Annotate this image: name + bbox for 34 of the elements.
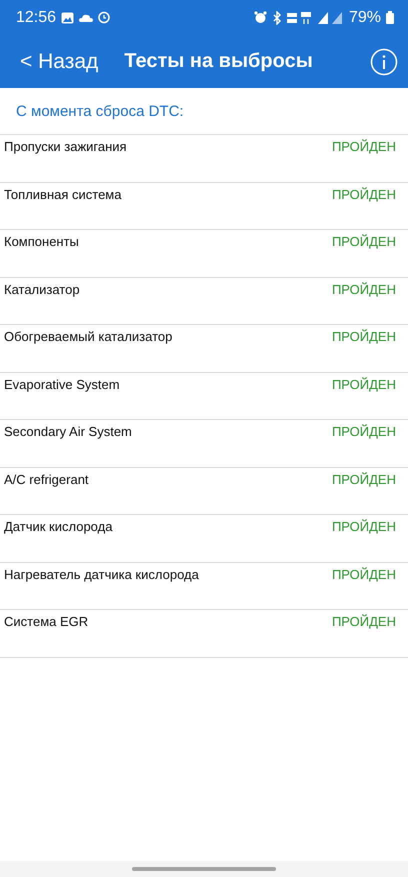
test-result: ПРОЙДЕН <box>332 329 396 344</box>
test-result: ПРОЙДЕН <box>332 614 396 629</box>
test-result: ПРОЙДЕН <box>332 139 396 154</box>
info-icon[interactable] <box>370 48 398 76</box>
bluetooth-icon <box>272 10 282 24</box>
image-icon <box>61 12 74 24</box>
back-button[interactable]: < Назад <box>20 50 98 74</box>
test-name: A/C refrigerant <box>4 472 90 486</box>
test-result: ПРОЙДЕН <box>332 186 396 202</box>
test-name: Топливная система <box>4 186 122 202</box>
cloud-icon <box>79 14 94 22</box>
status-time: 12:56 <box>16 8 56 26</box>
test-result: ПРОЙДЕН <box>332 282 396 296</box>
test-result: ПРОЙДЕН <box>332 424 396 439</box>
test-result: ПРОЙДЕН <box>332 566 396 582</box>
test-name: Датчик кислорода <box>4 519 114 534</box>
test-result: ПРОЙДЕН <box>332 376 396 392</box>
battery-icon <box>386 11 394 24</box>
test-name: Обогреваемый катализатор <box>4 329 174 344</box>
test-name: Система EGR <box>4 614 90 629</box>
test-name: Катализатор <box>4 282 81 296</box>
test-name: Нагреватель датчика кислорода <box>4 566 200 582</box>
test-result: ПРОЙДЕН <box>332 234 396 249</box>
screen-title: Тесты на выбросы <box>124 50 314 73</box>
test-name: Evaporative System <box>4 376 121 392</box>
test-result: ПРОЙДЕН <box>332 519 396 534</box>
test-name: Secondary Air System <box>4 424 133 439</box>
test-name: Пропуски зажигания <box>4 139 128 154</box>
section-heading: С момента сброса DTC: <box>15 102 185 122</box>
battery-percent: 79% <box>348 8 381 26</box>
alarm-icon <box>254 11 267 24</box>
test-result: ПРОЙДЕН <box>332 472 396 486</box>
test-name: Компоненты <box>4 234 80 249</box>
signal-icon <box>318 12 344 24</box>
